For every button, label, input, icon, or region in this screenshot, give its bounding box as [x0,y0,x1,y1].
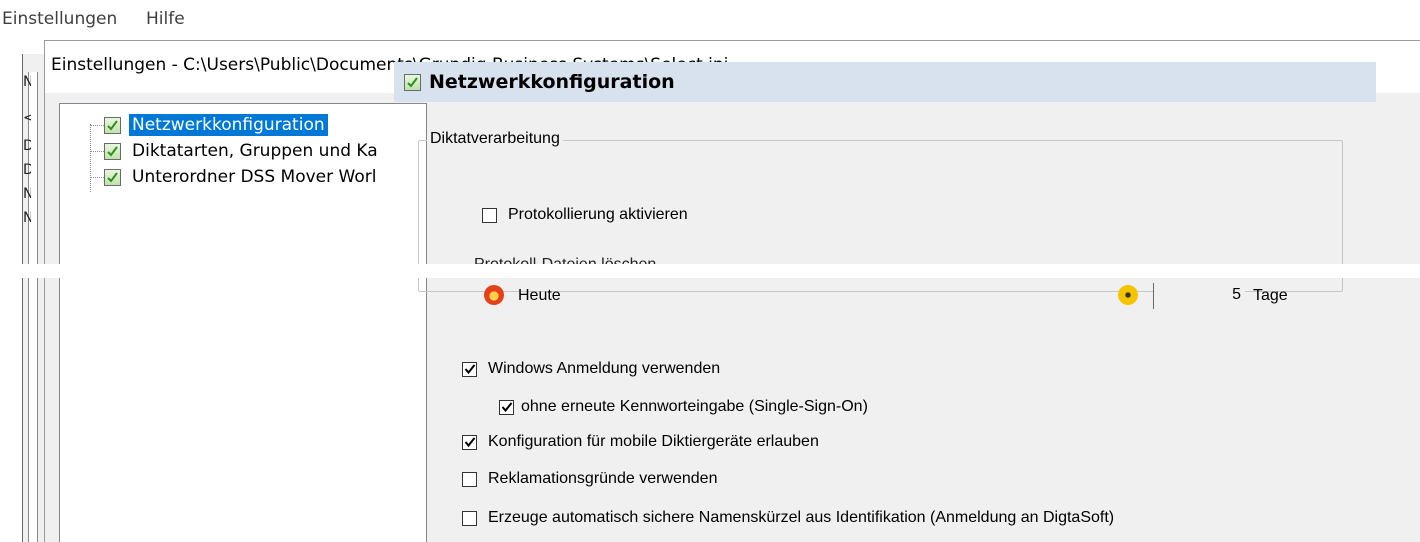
tree-item-unterordner[interactable]: Unterordner DSS Mover Worl [90,164,379,190]
tree-connector [90,176,104,178]
auto-shortnames-label: Erzeuge automatisch sichere Namenskürzel… [488,509,1115,526]
mobile-devices-label: Konfiguration für mobile Diktiergeräte e… [488,433,819,450]
render-gap [0,264,1420,278]
auto-shortnames-option[interactable]: Erzeuge automatisch sichere Namenskürzel… [462,509,1114,527]
background-letter: D [23,138,31,154]
menu-einstellungen[interactable]: Einstellungen [2,9,117,29]
panel-title: Netzwerkkonfiguration [429,71,675,93]
mobile-devices-checkbox[interactable] [462,434,477,450]
single-sign-on-checkbox[interactable] [499,399,514,415]
tree-connector [90,124,104,126]
tree-item-label: Diktatarten, Gruppen und Ka [132,141,378,161]
complaint-reasons-checkbox[interactable] [462,471,477,487]
mobile-devices-option[interactable]: Konfiguration für mobile Diktiergeräte e… [462,433,819,451]
days-unit-label: Tage [1253,287,1288,304]
complaint-reasons-option[interactable]: Reklamationsgründe verwenden [462,470,717,488]
background-letter: D [23,162,31,178]
delete-log-files-label: Protokoll-Dateien löschen [474,256,656,264]
single-sign-on-option[interactable]: ohne erneute Kennworteingabe (Single-Sig… [499,398,868,416]
tree-item-label: Netzwerkkonfiguration [129,114,328,136]
days-value: 5 [1232,286,1241,303]
settings-tree[interactable]: Netzwerkkonfiguration Diktatarten, Grupp… [59,103,427,542]
days-clock-icon [1118,285,1138,305]
menubar: Einstellungen Hilfe [0,0,1420,40]
windows-login-option[interactable]: Windows Anmeldung verwenden [462,360,720,378]
menu-hilfe[interactable]: Hilfe [146,9,185,29]
complaint-reasons-label: Reklamationsgründe verwenden [488,470,718,487]
logging-option[interactable]: Protokollierung aktivieren [482,206,688,224]
background-letter: N [23,210,31,226]
checked-page-icon [404,73,421,91]
tree-item-netzwerkkonfiguration[interactable]: Netzwerkkonfiguration [90,112,328,138]
today-clock-icon [484,285,504,305]
windows-login-checkbox[interactable] [462,361,477,377]
tree-connector [90,150,104,152]
tree-item-label: Unterordner DSS Mover Worl [132,167,377,187]
background-letter: N [23,186,31,202]
panel-header: Netzwerkkonfiguration [394,62,1376,102]
auto-shortnames-checkbox[interactable] [462,510,477,526]
single-sign-on-label: ohne erneute Kennworteingabe (Single-Sig… [521,398,868,415]
background-letter: < [23,110,31,126]
logging-checkbox[interactable] [482,207,497,223]
tree-item-diktatarten[interactable]: Diktatarten, Gruppen und Ka [90,138,381,164]
days-input[interactable]: 5 [1153,283,1245,309]
today-label: Heute [518,287,561,304]
checked-page-icon [104,168,121,186]
windows-login-label: Windows Anmeldung verwenden [488,360,721,377]
group-legend: Diktatverarbeitung [427,130,563,148]
checked-page-icon [104,142,121,160]
checked-page-icon [104,116,121,134]
logging-label: Protokollierung aktivieren [508,206,688,223]
background-letter: N [23,74,31,90]
